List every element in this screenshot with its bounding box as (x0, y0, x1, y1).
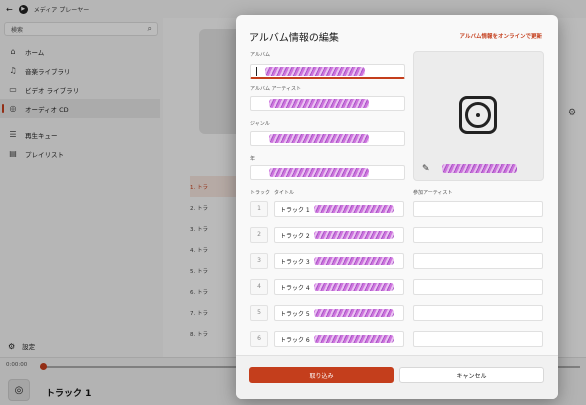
track-artist-field[interactable] (413, 305, 543, 321)
track-title-field[interactable]: トラック 6 (274, 331, 404, 347)
track-title-text: トラック 6 (280, 336, 310, 344)
edit-pencil-icon[interactable]: ✎ (422, 164, 430, 174)
track-number-field[interactable]: 2 (250, 227, 268, 243)
edit-album-info-dialog: アルバム情報の編集 アルバム情報をオンラインで更新 アルバム アルバム アーティ… (236, 15, 558, 399)
import-button[interactable]: 取り込み (249, 367, 394, 383)
track-artist-field[interactable] (413, 227, 543, 243)
track-title-text: トラック 4 (280, 284, 310, 292)
track-title-text: トラック 2 (280, 232, 310, 240)
track-number-field[interactable]: 3 (250, 253, 268, 269)
album-cover-box[interactable]: ✎ (413, 51, 544, 181)
year-label: 年 (250, 156, 256, 162)
track-number-field[interactable]: 6 (250, 331, 268, 347)
dialog-footer: 取り込み キャンセル (236, 355, 558, 399)
track-artist-field[interactable] (413, 331, 543, 347)
track-number-field[interactable]: 1 (250, 201, 268, 217)
genre-field[interactable] (250, 131, 405, 146)
track-title-field[interactable]: トラック 3 (274, 253, 404, 269)
update-online-link[interactable]: アルバム情報をオンラインで更新 (460, 32, 542, 40)
dialog-title: アルバム情報の編集 (249, 33, 339, 44)
track-title-field[interactable]: トラック 1 (274, 201, 404, 217)
redacted-text (269, 168, 369, 177)
text-caret (256, 66, 257, 76)
track-number-field[interactable]: 4 (250, 279, 268, 295)
album-label: アルバム (250, 52, 270, 58)
year-field[interactable] (250, 165, 405, 180)
track-title-field[interactable]: トラック 2 (274, 227, 404, 243)
album-artist-label: アルバム アーティスト (250, 86, 301, 92)
track-title-field[interactable]: トラック 5 (274, 305, 404, 321)
track-title-field[interactable]: トラック 4 (274, 279, 404, 295)
redacted-text (313, 335, 394, 343)
artist-column-header: 参加アーティスト (413, 190, 453, 196)
redacted-text (313, 257, 394, 265)
redacted-text (313, 231, 394, 239)
title-column-header: タイトル (274, 190, 295, 196)
redacted-text (313, 205, 394, 213)
genre-label: ジャンル (250, 121, 270, 127)
track-title-text: トラック 5 (280, 310, 310, 318)
album-field[interactable] (250, 64, 405, 79)
redacted-text (269, 134, 369, 143)
redacted-text (265, 66, 365, 76)
track-number-field[interactable]: 5 (250, 305, 268, 321)
track-artist-field[interactable] (413, 201, 543, 217)
track-title-text: トラック 1 (280, 206, 310, 214)
track-artist-field[interactable] (413, 253, 543, 269)
album-artist-field[interactable] (250, 96, 405, 111)
redacted-text (442, 164, 517, 173)
redacted-text (269, 99, 369, 108)
redacted-text (313, 283, 394, 291)
redacted-text (313, 309, 394, 317)
cancel-button[interactable]: キャンセル (399, 367, 544, 383)
cd-icon (459, 96, 497, 134)
track-title-text: トラック 3 (280, 258, 310, 266)
track-artist-field[interactable] (413, 279, 543, 295)
track-column-header: トラック (250, 190, 271, 196)
